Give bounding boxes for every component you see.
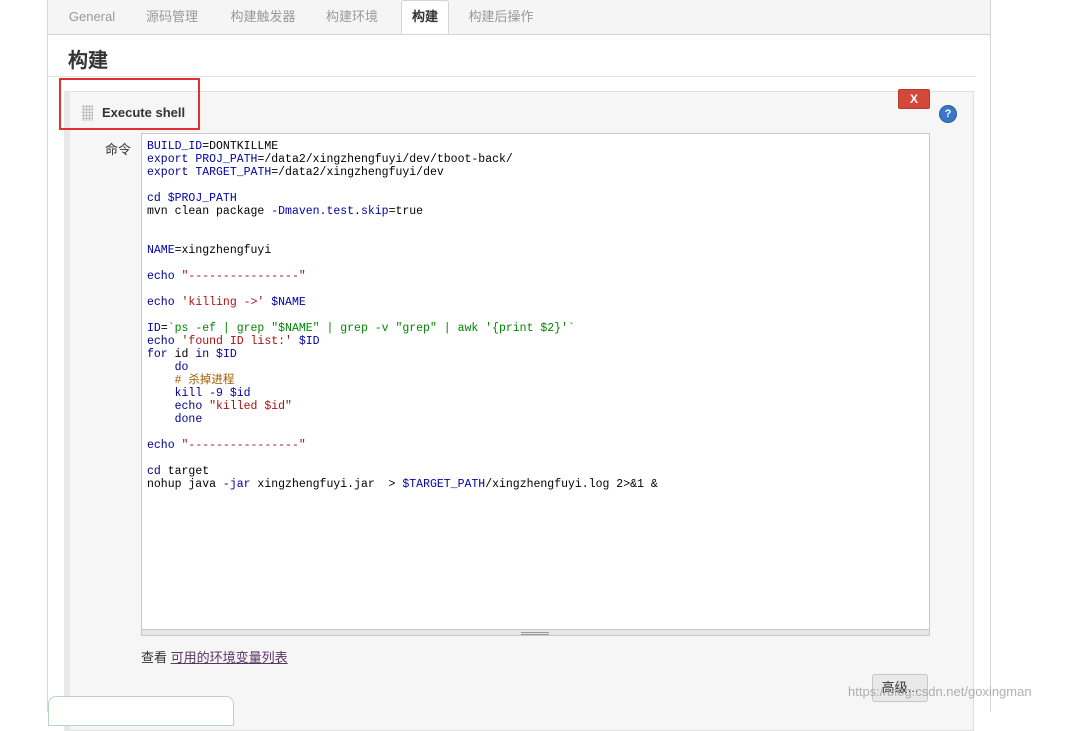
watermark: https://blog.csdn.net/goxingman: [848, 684, 1032, 699]
env-vars-link[interactable]: 可用的环境变量列表: [171, 650, 288, 665]
env-prefix: 查看: [141, 650, 171, 665]
command-code: BUILD_ID=DONTKILLME export PROJ_PATH=/da…: [147, 140, 658, 491]
annotation-highlight-box: [59, 78, 200, 130]
tab-build-environment[interactable]: 构建环境: [320, 0, 384, 34]
resize-grip-icon[interactable]: [521, 632, 549, 635]
env-vars-line: 查看 可用的环境变量列表: [141, 647, 288, 666]
step-left-bar: [64, 91, 70, 731]
section-divider: [48, 76, 976, 77]
tab-scm[interactable]: 源码管理: [140, 0, 204, 34]
tab-general[interactable]: General: [60, 0, 124, 34]
command-label: 命令: [105, 142, 132, 157]
delete-step-button[interactable]: X: [898, 89, 930, 109]
section-title: 构建: [68, 50, 108, 72]
bottom-partial-panel: [48, 696, 234, 726]
command-textarea[interactable]: BUILD_ID=DONTKILLME export PROJ_PATH=/da…: [141, 133, 930, 630]
config-tab-bar: General 源码管理 构建触发器 构建环境 构建 构建后操作: [48, 0, 990, 35]
tab-post-build[interactable]: 构建后操作: [462, 0, 540, 34]
tab-build-triggers[interactable]: 构建触发器: [224, 0, 302, 34]
frame-right-border: [990, 0, 991, 712]
tab-build[interactable]: 构建: [401, 0, 449, 34]
frame-left-border: [47, 0, 48, 712]
help-icon[interactable]: ?: [940, 106, 956, 122]
